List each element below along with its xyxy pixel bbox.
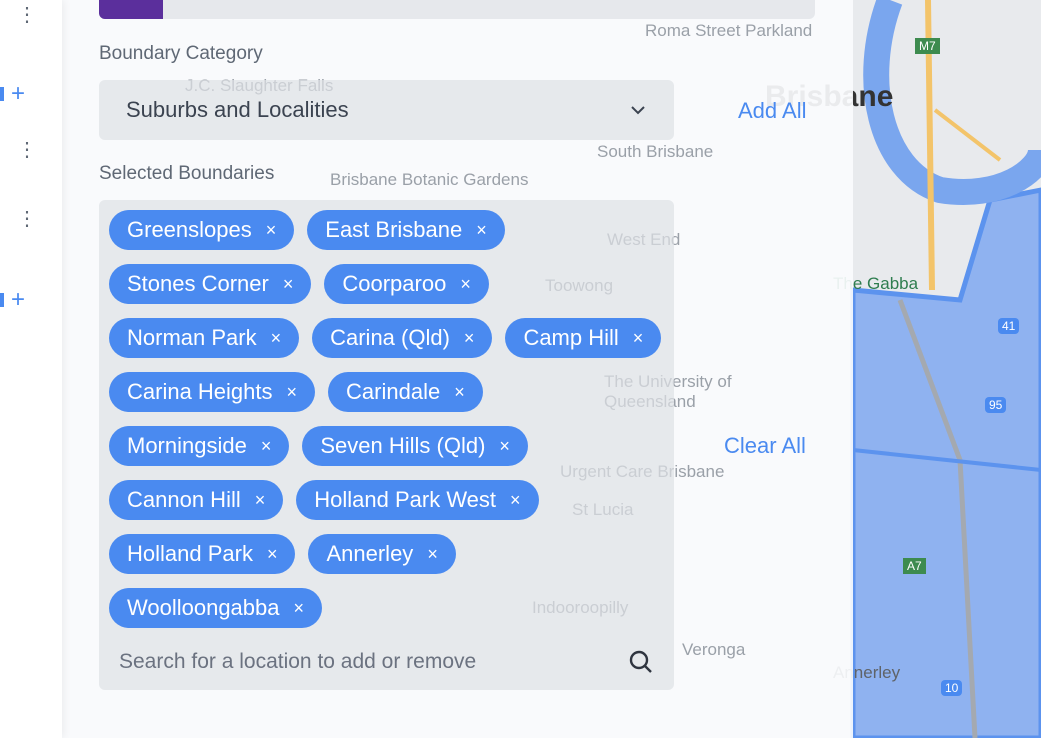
chip-label: Greenslopes xyxy=(127,217,252,242)
layer-menu-button[interactable]: ⋮ xyxy=(0,139,62,173)
chip-label: Coorparoo xyxy=(342,271,447,296)
boundary-chip: Stones Corner × xyxy=(109,264,312,304)
boundary-chip: Cannon Hill × xyxy=(109,480,284,520)
chip-label: Carina (Qld) xyxy=(330,325,450,350)
layer-menu-button[interactable]: ⋮ xyxy=(0,208,62,242)
boundary-chip: East Brisbane × xyxy=(307,210,505,250)
location-search-input[interactable] xyxy=(119,650,599,674)
item-edge xyxy=(0,87,4,101)
add-layer-button[interactable]: + xyxy=(0,286,62,316)
add-layer-button[interactable]: + xyxy=(0,80,62,110)
boundary-chip: Holland Park West × xyxy=(296,480,539,520)
remove-chip-icon[interactable]: × xyxy=(499,436,510,457)
remove-chip-icon[interactable]: × xyxy=(287,382,298,403)
chip-label: Carina Heights xyxy=(127,379,273,404)
more-vertical-icon: ⋮ xyxy=(17,139,37,161)
road-shield: 41 xyxy=(998,318,1020,334)
chip-label: Carindale xyxy=(346,379,441,404)
boundary-chip: Carina Heights × xyxy=(109,372,316,412)
remove-chip-icon[interactable]: × xyxy=(427,544,438,565)
clear-all-button[interactable]: Clear All xyxy=(724,433,806,459)
boundary-chip: Morningside × xyxy=(109,426,290,466)
selected-boundaries-label: Selected Boundaries xyxy=(99,163,275,184)
remove-chip-icon[interactable]: × xyxy=(476,220,487,241)
boundary-chip: Norman Park × xyxy=(109,318,300,358)
boundary-chip: Seven Hills (Qld) × xyxy=(302,426,528,466)
remove-chip-icon[interactable]: × xyxy=(294,598,305,619)
add-all-button[interactable]: Add All xyxy=(738,98,807,124)
remove-chip-icon[interactable]: × xyxy=(255,490,266,511)
road-shield: M7 xyxy=(915,38,940,54)
chevron-down-icon xyxy=(631,106,645,115)
boundary-chip: Holland Park × xyxy=(109,534,296,574)
boundary-chip: Woolloongabba × xyxy=(109,588,323,628)
selected-boundaries-box: Greenslopes × East Brisbane × Stones Corner ×… xyxy=(99,200,674,690)
more-vertical-icon: ⋮ xyxy=(17,208,37,230)
plus-icon: + xyxy=(11,80,26,107)
remove-chip-icon[interactable]: × xyxy=(283,274,294,295)
plus-icon: + xyxy=(11,286,26,313)
layer-menu-button[interactable]: ⋮ xyxy=(0,4,62,38)
chip-label: Camp Hill xyxy=(523,325,619,350)
selected-category: Suburbs and Localities xyxy=(126,97,349,122)
progress-fill xyxy=(99,0,164,19)
remove-chip-icon[interactable]: × xyxy=(261,436,272,457)
boundary-chip: Camp Hill × xyxy=(505,318,662,358)
boundary-category-label: Boundary Category xyxy=(99,43,263,64)
location-search xyxy=(99,634,674,690)
chip-label: Seven Hills (Qld) xyxy=(320,433,486,458)
remove-chip-icon[interactable]: × xyxy=(464,328,475,349)
chip-list: Greenslopes × East Brisbane × Stones Corner ×… xyxy=(109,210,664,628)
remove-chip-icon[interactable]: × xyxy=(454,382,465,403)
remove-chip-icon[interactable]: × xyxy=(271,328,282,349)
chip-label: Holland Park West xyxy=(314,487,497,512)
road-shield: A7 xyxy=(903,558,926,574)
boundary-chip: Annerley × xyxy=(308,534,456,574)
boundary-chip: Coorparoo × xyxy=(324,264,489,304)
boundary-chip: Carindale × xyxy=(328,372,483,412)
road xyxy=(933,108,1002,162)
search-icon[interactable] xyxy=(628,649,654,675)
boundary-category-select[interactable]: Suburbs and Localities xyxy=(99,80,674,140)
boundary-chip: Greenslopes × xyxy=(109,210,295,250)
chip-label: Woolloongabba xyxy=(127,595,280,620)
chip-label: Stones Corner xyxy=(127,271,269,296)
boundary-area xyxy=(850,187,1041,738)
chip-label: Holland Park xyxy=(127,541,253,566)
boundary-panel: Boundary Category Suburbs and Localities… xyxy=(62,0,853,738)
road-shield: 10 xyxy=(941,680,963,696)
chip-label: East Brisbane xyxy=(325,217,463,242)
remove-chip-icon[interactable]: × xyxy=(633,328,644,349)
chip-label: Cannon Hill xyxy=(127,487,241,512)
remove-chip-icon[interactable]: × xyxy=(510,490,521,511)
river xyxy=(863,0,1041,205)
remove-chip-icon[interactable]: × xyxy=(267,544,278,565)
sidebar: ⋮ + ⋮ ⋮ + xyxy=(0,0,62,738)
chip-label: Annerley xyxy=(326,541,414,566)
chip-label: Norman Park xyxy=(127,325,257,350)
remove-chip-icon[interactable]: × xyxy=(460,274,471,295)
more-vertical-icon: ⋮ xyxy=(17,4,37,26)
boundary-chip: Carina (Qld) × xyxy=(312,318,493,358)
remove-chip-icon[interactable]: × xyxy=(266,220,277,241)
chip-label: Morningside xyxy=(127,433,247,458)
road-shield: 95 xyxy=(985,397,1007,413)
item-edge xyxy=(0,293,4,307)
progress-bar xyxy=(99,0,815,19)
